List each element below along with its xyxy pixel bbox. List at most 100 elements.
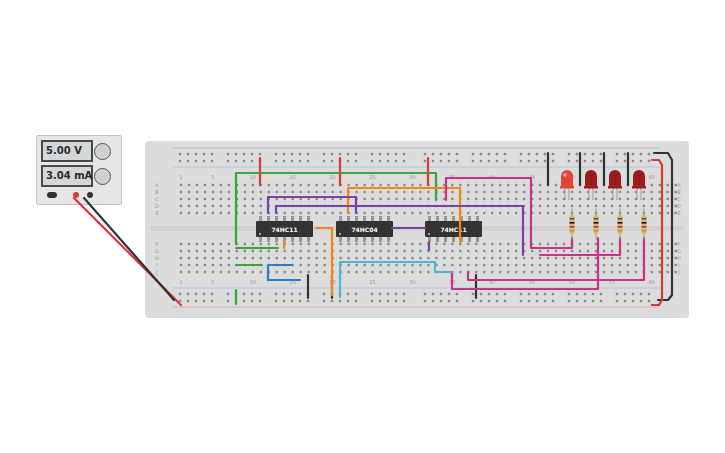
breadboard-hole[interactable]: [651, 184, 653, 186]
rail-hole[interactable]: [187, 160, 189, 162]
rail-hole[interactable]: [440, 160, 442, 162]
breadboard-hole[interactable]: [547, 191, 549, 193]
breadboard-hole[interactable]: [603, 271, 605, 273]
breadboard-hole[interactable]: [603, 205, 605, 207]
breadboard-hole[interactable]: [236, 257, 238, 259]
breadboard-hole[interactable]: [371, 243, 373, 245]
breadboard-hole[interactable]: [515, 198, 517, 200]
rail-hole[interactable]: [235, 160, 237, 162]
breadboard-hole[interactable]: [579, 212, 581, 214]
breadboard-hole[interactable]: [363, 271, 365, 273]
breadboard-hole[interactable]: [411, 191, 413, 193]
breadboard-hole[interactable]: [555, 250, 557, 252]
breadboard-hole[interactable]: [555, 271, 557, 273]
breadboard-hole[interactable]: [443, 257, 445, 259]
rail-hole[interactable]: [355, 160, 357, 162]
breadboard-hole[interactable]: [531, 271, 533, 273]
rail-hole[interactable]: [640, 293, 642, 295]
wire[interactable]: [283, 242, 285, 248]
wire[interactable]: [475, 275, 477, 298]
breadboard-hole[interactable]: [635, 250, 637, 252]
rail-hole[interactable]: [227, 293, 229, 295]
breadboard-hole[interactable]: [675, 264, 677, 266]
rail-hole[interactable]: [424, 293, 426, 295]
breadboard-hole[interactable]: [507, 191, 509, 193]
breadboard-hole[interactable]: [667, 257, 669, 259]
breadboard-hole[interactable]: [355, 250, 357, 252]
rail-hole[interactable]: [448, 300, 450, 302]
breadboard-hole[interactable]: [603, 212, 605, 214]
breadboard-hole[interactable]: [547, 264, 549, 266]
rail-hole[interactable]: [179, 160, 181, 162]
breadboard-hole[interactable]: [515, 243, 517, 245]
breadboard-hole[interactable]: [595, 191, 597, 193]
rail-hole[interactable]: [496, 293, 498, 295]
rail-hole[interactable]: [403, 293, 405, 295]
breadboard-hole[interactable]: [499, 191, 501, 193]
breadboard-hole[interactable]: [507, 184, 509, 186]
breadboard-hole[interactable]: [244, 184, 246, 186]
breadboard-hole[interactable]: [212, 205, 214, 207]
wire[interactable]: [468, 238, 644, 280]
rail-hole[interactable]: [552, 293, 554, 295]
breadboard-hole[interactable]: [276, 243, 278, 245]
rail-hole[interactable]: [480, 153, 482, 155]
breadboard-hole[interactable]: [180, 191, 182, 193]
breadboard-hole[interactable]: [539, 205, 541, 207]
breadboard-hole[interactable]: [307, 264, 309, 266]
rail-hole[interactable]: [552, 160, 554, 162]
rail-hole[interactable]: [440, 293, 442, 295]
breadboard-hole[interactable]: [651, 198, 653, 200]
rail-hole[interactable]: [568, 160, 570, 162]
rail-hole[interactable]: [179, 153, 181, 155]
breadboard-hole[interactable]: [659, 198, 661, 200]
wire[interactable]: [268, 279, 300, 281]
breadboard-hole[interactable]: [635, 264, 637, 266]
breadboard-hole[interactable]: [315, 243, 317, 245]
rail-hole[interactable]: [243, 293, 245, 295]
breadboard-hole[interactable]: [371, 264, 373, 266]
breadboard-hole[interactable]: [244, 198, 246, 200]
breadboard-hole[interactable]: [571, 205, 573, 207]
rail-hole[interactable]: [568, 153, 570, 155]
breadboard-hole[interactable]: [619, 191, 621, 193]
breadboard-hole[interactable]: [491, 243, 493, 245]
breadboard-hole[interactable]: [507, 271, 509, 273]
breadboard-hole[interactable]: [475, 184, 477, 186]
breadboard-hole[interactable]: [347, 271, 349, 273]
breadboard-hole[interactable]: [363, 191, 365, 193]
breadboard-hole[interactable]: [347, 243, 349, 245]
rail-hole[interactable]: [203, 293, 205, 295]
rail-hole[interactable]: [456, 153, 458, 155]
breadboard-hole[interactable]: [244, 257, 246, 259]
rail-hole[interactable]: [323, 293, 325, 295]
breadboard-hole[interactable]: [355, 271, 357, 273]
rail-hole[interactable]: [528, 153, 530, 155]
breadboard-hole[interactable]: [539, 184, 541, 186]
rail-hole[interactable]: [395, 160, 397, 162]
breadboard-hole[interactable]: [252, 205, 254, 207]
rail-hole[interactable]: [544, 300, 546, 302]
rail-hole[interactable]: [347, 300, 349, 302]
breadboard-hole[interactable]: [260, 212, 262, 214]
breadboard-hole[interactable]: [387, 250, 389, 252]
breadboard-hole[interactable]: [307, 243, 309, 245]
breadboard-hole[interactable]: [284, 198, 286, 200]
breadboard-hole[interactable]: [220, 271, 222, 273]
rail-hole[interactable]: [211, 160, 213, 162]
breadboard-hole[interactable]: [467, 257, 469, 259]
breadboard-hole[interactable]: [347, 184, 349, 186]
rail-hole[interactable]: [387, 160, 389, 162]
breadboard-hole[interactable]: [403, 243, 405, 245]
breadboard-hole[interactable]: [443, 243, 445, 245]
breadboard-hole[interactable]: [579, 264, 581, 266]
breadboard-hole[interactable]: [371, 271, 373, 273]
wire[interactable]: [268, 265, 292, 280]
breadboard-hole[interactable]: [379, 191, 381, 193]
rail-hole[interactable]: [291, 300, 293, 302]
breadboard-hole[interactable]: [555, 205, 557, 207]
breadboard-hole[interactable]: [403, 184, 405, 186]
breadboard-hole[interactable]: [379, 271, 381, 273]
rail-hole[interactable]: [355, 153, 357, 155]
breadboard-hole[interactable]: [659, 205, 661, 207]
